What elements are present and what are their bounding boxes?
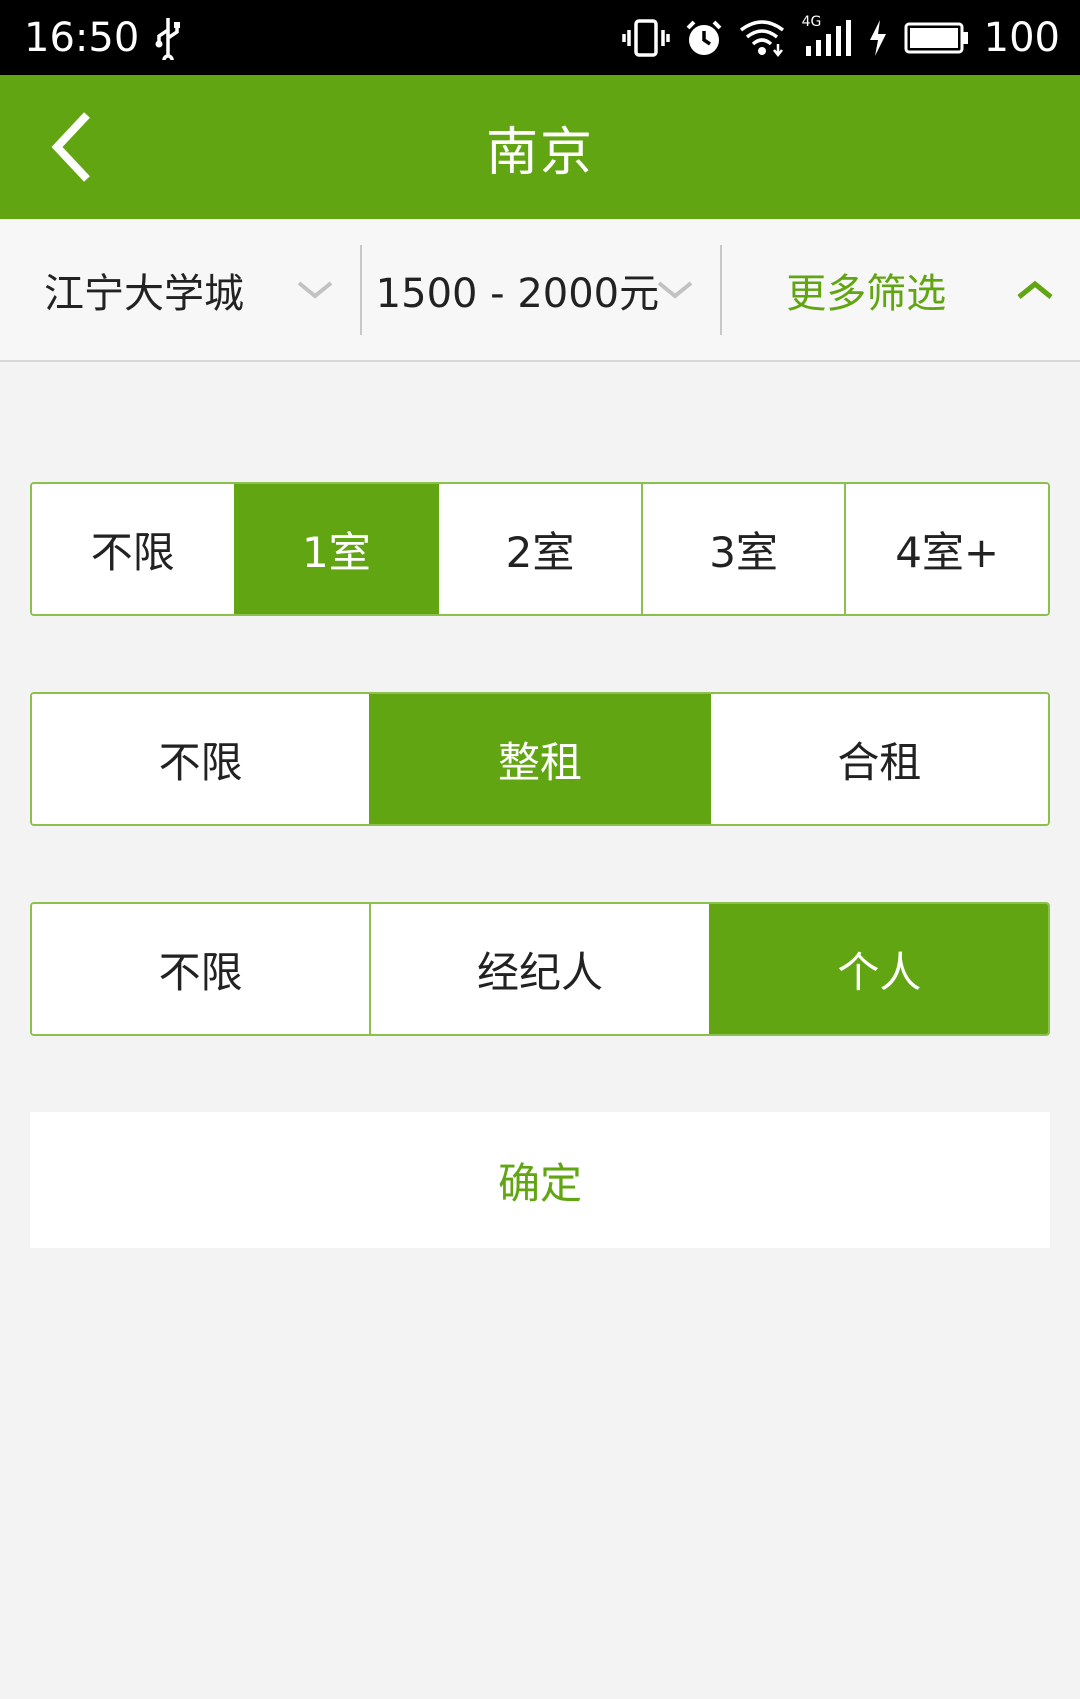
source-selector: 不限 经纪人 个人 bbox=[30, 902, 1050, 1036]
source-option[interactable]: 个人 bbox=[708, 904, 1048, 1034]
source-option[interactable]: 经纪人 bbox=[369, 904, 709, 1034]
status-left: 16:50 bbox=[24, 15, 183, 61]
rent-type-option[interactable]: 合租 bbox=[708, 694, 1048, 824]
rent-type-option[interactable]: 整租 bbox=[369, 694, 709, 824]
source-option[interactable]: 不限 bbox=[32, 904, 370, 1034]
filter-more-tab[interactable]: 更多筛选 bbox=[722, 219, 1080, 360]
filter-area-tab[interactable]: 江宁大学城 bbox=[0, 219, 360, 360]
rooms-option[interactable]: 4室+ bbox=[844, 484, 1048, 614]
vibrate-icon bbox=[621, 18, 670, 58]
rooms-option[interactable]: 1室 bbox=[233, 484, 438, 614]
filter-price-tab[interactable]: 1500 - 2000元 bbox=[362, 219, 721, 360]
filter-price-label: 1500 - 2000元 bbox=[375, 270, 660, 317]
charging-icon bbox=[866, 18, 890, 58]
chevron-down-icon bbox=[297, 280, 333, 299]
filter-area-label: 江宁大学城 bbox=[44, 270, 244, 317]
confirm-button[interactable]: 确定 bbox=[30, 1112, 1050, 1248]
rent-type-option[interactable]: 不限 bbox=[32, 694, 370, 824]
filter-bar: 江宁大学城 1500 - 2000元 更多筛选 bbox=[0, 219, 1080, 362]
chevron-down-icon bbox=[657, 280, 692, 299]
chevron-left-icon bbox=[51, 112, 90, 182]
status-right: 4G 100 bbox=[621, 14, 1060, 61]
rooms-selector: 不限 1室 2室 3室 4室+ bbox=[30, 482, 1050, 616]
chevron-up-icon bbox=[1017, 280, 1053, 299]
battery-icon bbox=[904, 20, 970, 56]
back-button[interactable] bbox=[36, 111, 108, 183]
signal-icon: 4G bbox=[802, 14, 852, 58]
status-time: 16:50 bbox=[24, 14, 140, 61]
title-bar: 南京 bbox=[0, 75, 1080, 219]
battery-level: 100 bbox=[983, 14, 1060, 61]
wifi-icon bbox=[738, 18, 788, 58]
usb-icon bbox=[153, 16, 183, 60]
status-bar: 16:50 4G 100 bbox=[0, 0, 1080, 75]
network-type: 4G bbox=[801, 13, 822, 30]
rooms-option[interactable]: 不限 bbox=[32, 484, 234, 614]
rent-type-selector: 不限 整租 合租 bbox=[30, 692, 1050, 826]
rooms-option[interactable]: 2室 bbox=[437, 484, 641, 614]
rooms-option[interactable]: 3室 bbox=[640, 484, 845, 614]
filter-more-label: 更多筛选 bbox=[786, 270, 947, 317]
page-title: 南京 bbox=[485, 122, 594, 183]
alarm-icon bbox=[684, 18, 724, 58]
